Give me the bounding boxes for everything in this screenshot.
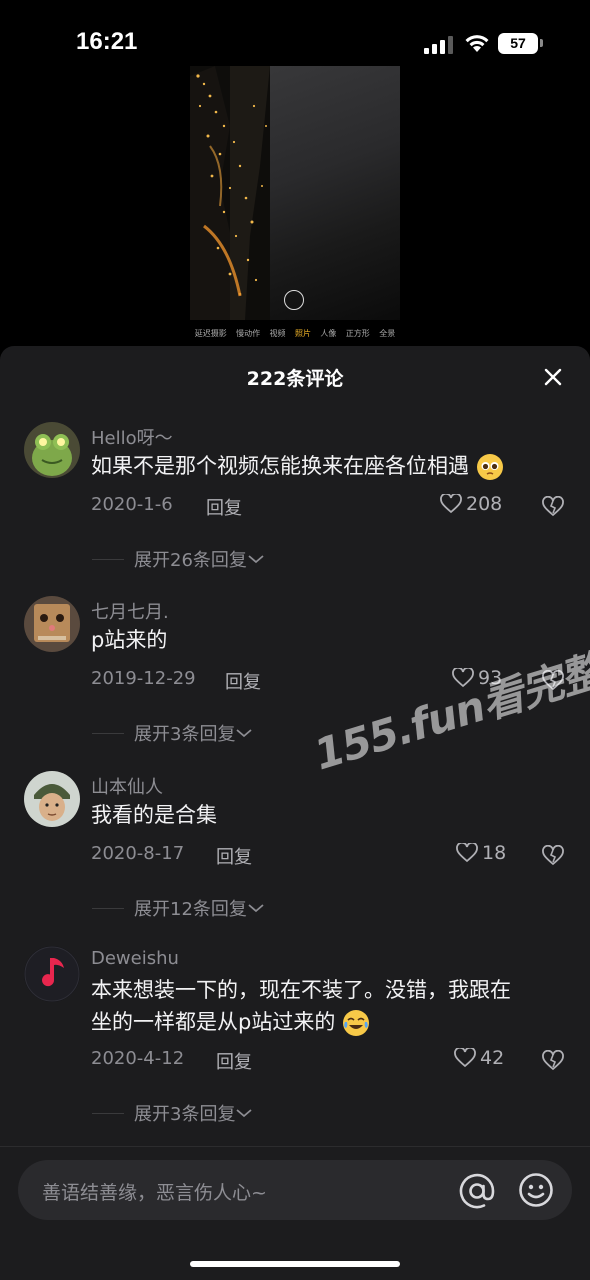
- avatar[interactable]: [24, 946, 80, 1002]
- expand-replies-label: 展开3条回复: [134, 1104, 236, 1125]
- heart-icon: [456, 843, 478, 863]
- comment-text: 我看的是合集: [91, 803, 217, 827]
- like-button[interactable]: 208: [440, 493, 502, 515]
- comment-text-line: 本来想装一下的，现在不装了。没错，我跟在: [91, 978, 511, 1002]
- battery-tip: [540, 39, 543, 47]
- expand-divider: [92, 1112, 124, 1114]
- city-night-image: [190, 66, 270, 320]
- expand-replies-label: 展开3条回复: [134, 724, 236, 745]
- reply-button[interactable]: 回复: [225, 668, 261, 694]
- camera-mode-active: 照片: [294, 329, 311, 338]
- expand-divider: [92, 732, 124, 734]
- comment-text-line-2: 坐的一样都是从p站过来的: [91, 1006, 561, 1038]
- like-count: 208: [466, 493, 503, 515]
- camera-mode: 正方形: [345, 329, 370, 338]
- camera-mode: 人像: [320, 329, 337, 338]
- comment-date: 2020-1-6: [91, 494, 173, 515]
- at-mention-icon[interactable]: [458, 1172, 496, 1210]
- comment-date: 2020-8-17: [91, 843, 185, 864]
- chevron-down-icon: [248, 555, 264, 564]
- tears-of-joy-emoji-icon: [343, 1010, 370, 1036]
- wifi-icon: [465, 35, 489, 52]
- avatar[interactable]: [24, 771, 80, 827]
- comment-text: 本来想装一下的，现在不装了。没错，我跟在 坐的一样都是从p站过来的: [91, 974, 561, 1038]
- expand-divider: [92, 907, 124, 909]
- box-head-avatar-icon: [24, 596, 80, 652]
- comment-text: 如果不是那个视频怎能换来在座各位相遇: [91, 450, 561, 482]
- comment-input-placeholder: 善语结善缘，恶言伤人心~: [42, 1182, 267, 1204]
- camera-mode-strip: 延迟摄影 慢动作 视频 照片 人像 正方形 全景: [190, 328, 400, 342]
- reply-button[interactable]: 回复: [206, 494, 242, 520]
- expand-divider: [92, 558, 124, 560]
- comment-text-body: 坐的一样都是从p站过来的: [91, 1010, 336, 1034]
- expand-replies-button[interactable]: 展开3条回复: [92, 720, 253, 746]
- camera-mode: 慢动作: [236, 329, 261, 338]
- like-count: 18: [482, 842, 507, 864]
- pleading-face-emoji-icon: [476, 454, 503, 480]
- comment-item: 山本仙人 我看的是合集 2020-8-17 回复 18 展开12条回复: [0, 771, 590, 941]
- emoji-picker-icon[interactable]: [518, 1172, 554, 1208]
- reply-button[interactable]: 回复: [216, 1048, 252, 1074]
- heart-icon: [454, 1048, 476, 1068]
- like-button[interactable]: 42: [454, 1047, 504, 1069]
- broken-heart-icon[interactable]: [542, 845, 564, 867]
- chevron-down-icon: [248, 904, 264, 913]
- comment-username[interactable]: 七月七月.: [91, 598, 169, 624]
- camera-mode: 视频: [269, 329, 286, 338]
- input-divider: [0, 1146, 590, 1147]
- comment-item: Deweishu 本来想装一下的，现在不装了。没错，我跟在 坐的一样都是从p站过…: [0, 946, 590, 1146]
- expand-replies-label: 展开12条回复: [134, 899, 247, 920]
- comment-username[interactable]: 山本仙人: [91, 773, 163, 799]
- frog-avatar-icon: [24, 422, 80, 478]
- chevron-down-icon: [236, 729, 253, 738]
- expand-replies-label: 展开26条回复: [134, 550, 247, 571]
- comment-date: 2020-4-12: [91, 1048, 185, 1069]
- comment-username[interactable]: Deweishu: [91, 948, 179, 969]
- music-note-avatar-icon: [24, 946, 80, 1002]
- avatar[interactable]: [24, 596, 80, 652]
- soldier-avatar-icon: [24, 771, 80, 827]
- expand-replies-button[interactable]: 展开12条回复: [92, 895, 265, 921]
- comment-username[interactable]: Hello呀～: [91, 424, 173, 450]
- status-time: 16:21: [76, 28, 138, 55]
- chevron-down-icon: [236, 1109, 253, 1118]
- comments-count-title: 222条评论: [246, 368, 344, 390]
- comments-sheet: 222条评论 Hello呀～ 如果不是那个视频怎能换来在座各位相遇 2020-1…: [0, 346, 590, 1280]
- expand-replies-button[interactable]: 展开3条回复: [92, 1100, 253, 1126]
- comment-text-body: 如果不是那个视频怎能换来在座各位相遇: [91, 454, 469, 478]
- video-preview[interactable]: [190, 66, 400, 320]
- broken-heart-icon[interactable]: [542, 496, 564, 518]
- camera-mode: 延迟摄影: [194, 329, 227, 338]
- play-indicator-icon: [284, 290, 304, 310]
- battery-indicator: 57: [498, 33, 538, 54]
- close-icon[interactable]: [540, 364, 566, 390]
- camera-mode: 全景: [379, 329, 396, 338]
- avatar[interactable]: [24, 422, 80, 478]
- cellular-signal-icon: [424, 36, 453, 54]
- broken-heart-icon[interactable]: [542, 1050, 564, 1072]
- comment-date: 2019-12-29: [91, 668, 196, 689]
- home-indicator[interactable]: [190, 1261, 400, 1267]
- like-count: 42: [480, 1047, 505, 1069]
- heart-icon: [440, 494, 462, 514]
- comment-input[interactable]: 善语结善缘，恶言伤人心~: [18, 1160, 572, 1220]
- comment-text: p站来的: [91, 628, 168, 652]
- like-button[interactable]: 18: [456, 842, 506, 864]
- comment-item: Hello呀～ 如果不是那个视频怎能换来在座各位相遇 2020-1-6 回复 2…: [0, 422, 590, 592]
- expand-replies-button[interactable]: 展开26条回复: [92, 546, 265, 572]
- reply-button[interactable]: 回复: [216, 843, 252, 869]
